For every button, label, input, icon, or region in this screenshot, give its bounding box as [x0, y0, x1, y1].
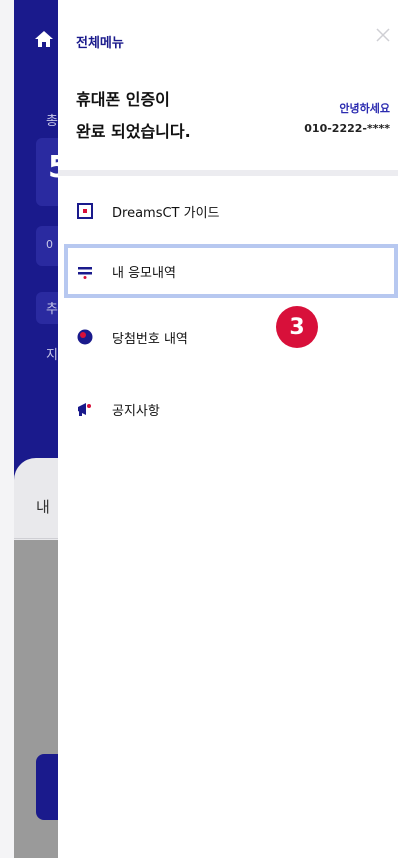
bg-text: 0	[46, 238, 53, 251]
auth-status-line2: 완료 되었습니다.	[76, 122, 191, 141]
menu-title: 전체메뉴	[76, 36, 124, 51]
bg-text: 내	[36, 498, 50, 516]
bg-text: 추	[46, 302, 58, 317]
side-menu: 전체메뉴 휴대폰 인증이 완료 되었습니다. 안녕하세요 010-2222-**…	[58, 0, 398, 858]
phone-number: 010-2222-****	[304, 122, 390, 135]
step-badge: 3	[276, 306, 318, 348]
close-icon[interactable]	[374, 26, 392, 44]
menu-item-label: 공지사항	[112, 403, 160, 419]
home-icon[interactable]	[34, 30, 54, 48]
menu-item-label: 내 응모내역	[112, 265, 176, 281]
megaphone-icon	[76, 400, 94, 418]
menu-item-label: 당첨번호 내역	[112, 331, 188, 347]
auth-status-line1: 휴대폰 인증이	[76, 90, 170, 109]
list-icon	[76, 262, 94, 280]
divider	[58, 170, 398, 176]
greeting-text: 안녕하세요	[339, 102, 390, 115]
menu-item-label: DreamsCT 가이드	[112, 205, 220, 221]
menu-item-my-entries[interactable]: 내 응모내역	[64, 244, 398, 298]
menu-item-notice[interactable]: 공지사항	[68, 386, 394, 432]
bg-text: 지	[46, 348, 58, 363]
bg-text: 총	[46, 114, 58, 129]
menu-item-winning-numbers[interactable]: 당첨번호 내역	[68, 314, 394, 360]
ball-icon	[76, 328, 94, 346]
menu-item-guide[interactable]: DreamsCT 가이드	[68, 188, 394, 234]
guide-icon	[76, 202, 94, 220]
